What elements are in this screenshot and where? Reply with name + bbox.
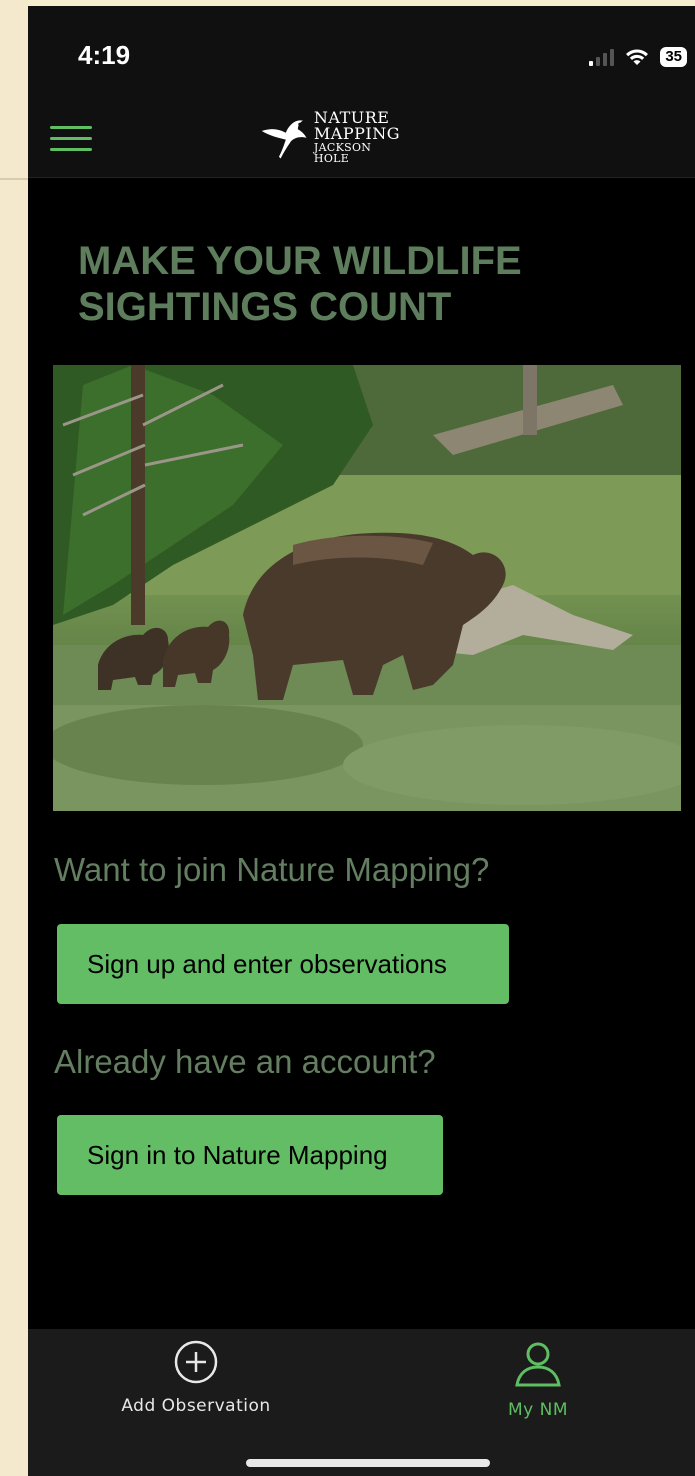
tab-label-my-nm: My NM [507,1400,569,1420]
tab-add-observation[interactable]: Add Observation [96,1339,296,1429]
status-icons: 35 [589,44,687,70]
logo-line-3: JACKSON HOLE [313,141,372,165]
home-indicator[interactable] [246,1459,490,1467]
hero-image-grizzly-bears [53,365,681,811]
nature-mapping-logo: NATURE MAPPING JACKSON HOLE [260,106,400,168]
battery-indicator: 35 [660,47,687,67]
app-header: NATURE MAPPING JACKSON HOLE [28,96,695,178]
plus-circle-icon [174,1340,218,1384]
hero-illustration [53,365,681,811]
sign-up-button[interactable]: Sign up and enter observations [57,924,509,1004]
logo-line-2: MAPPING [313,124,400,143]
bird-logo-icon [261,120,307,159]
status-bar: 4:19 35 [28,6,695,96]
join-question: Want to join Nature Mapping? [54,851,490,888]
paper-line [0,178,28,180]
sign-in-button[interactable]: Sign in to Nature Mapping [57,1115,443,1195]
tab-label-add-observation: Add Observation [121,1396,271,1416]
logo-wordmark: NATURE MAPPING JACKSON HOLE [313,110,400,165]
account-question: Already have an account? [54,1043,436,1080]
tab-my-nm[interactable]: My NM [438,1339,638,1429]
background-paper [0,0,28,1476]
page-headline: MAKE YOUR WILDLIFE SIGHTINGS COUNT [78,239,522,329]
wifi-icon [626,49,649,65]
status-time: 4:19 [78,40,131,70]
person-icon [515,1342,561,1387]
signal-icon [589,48,615,66]
hamburger-icon[interactable] [50,126,92,154]
bottom-tab-bar: Add Observation My NM [28,1329,695,1476]
phone-screen: 4:19 35 NATURE MAPPING JACKSON HOLE MAKE… [28,6,695,1476]
